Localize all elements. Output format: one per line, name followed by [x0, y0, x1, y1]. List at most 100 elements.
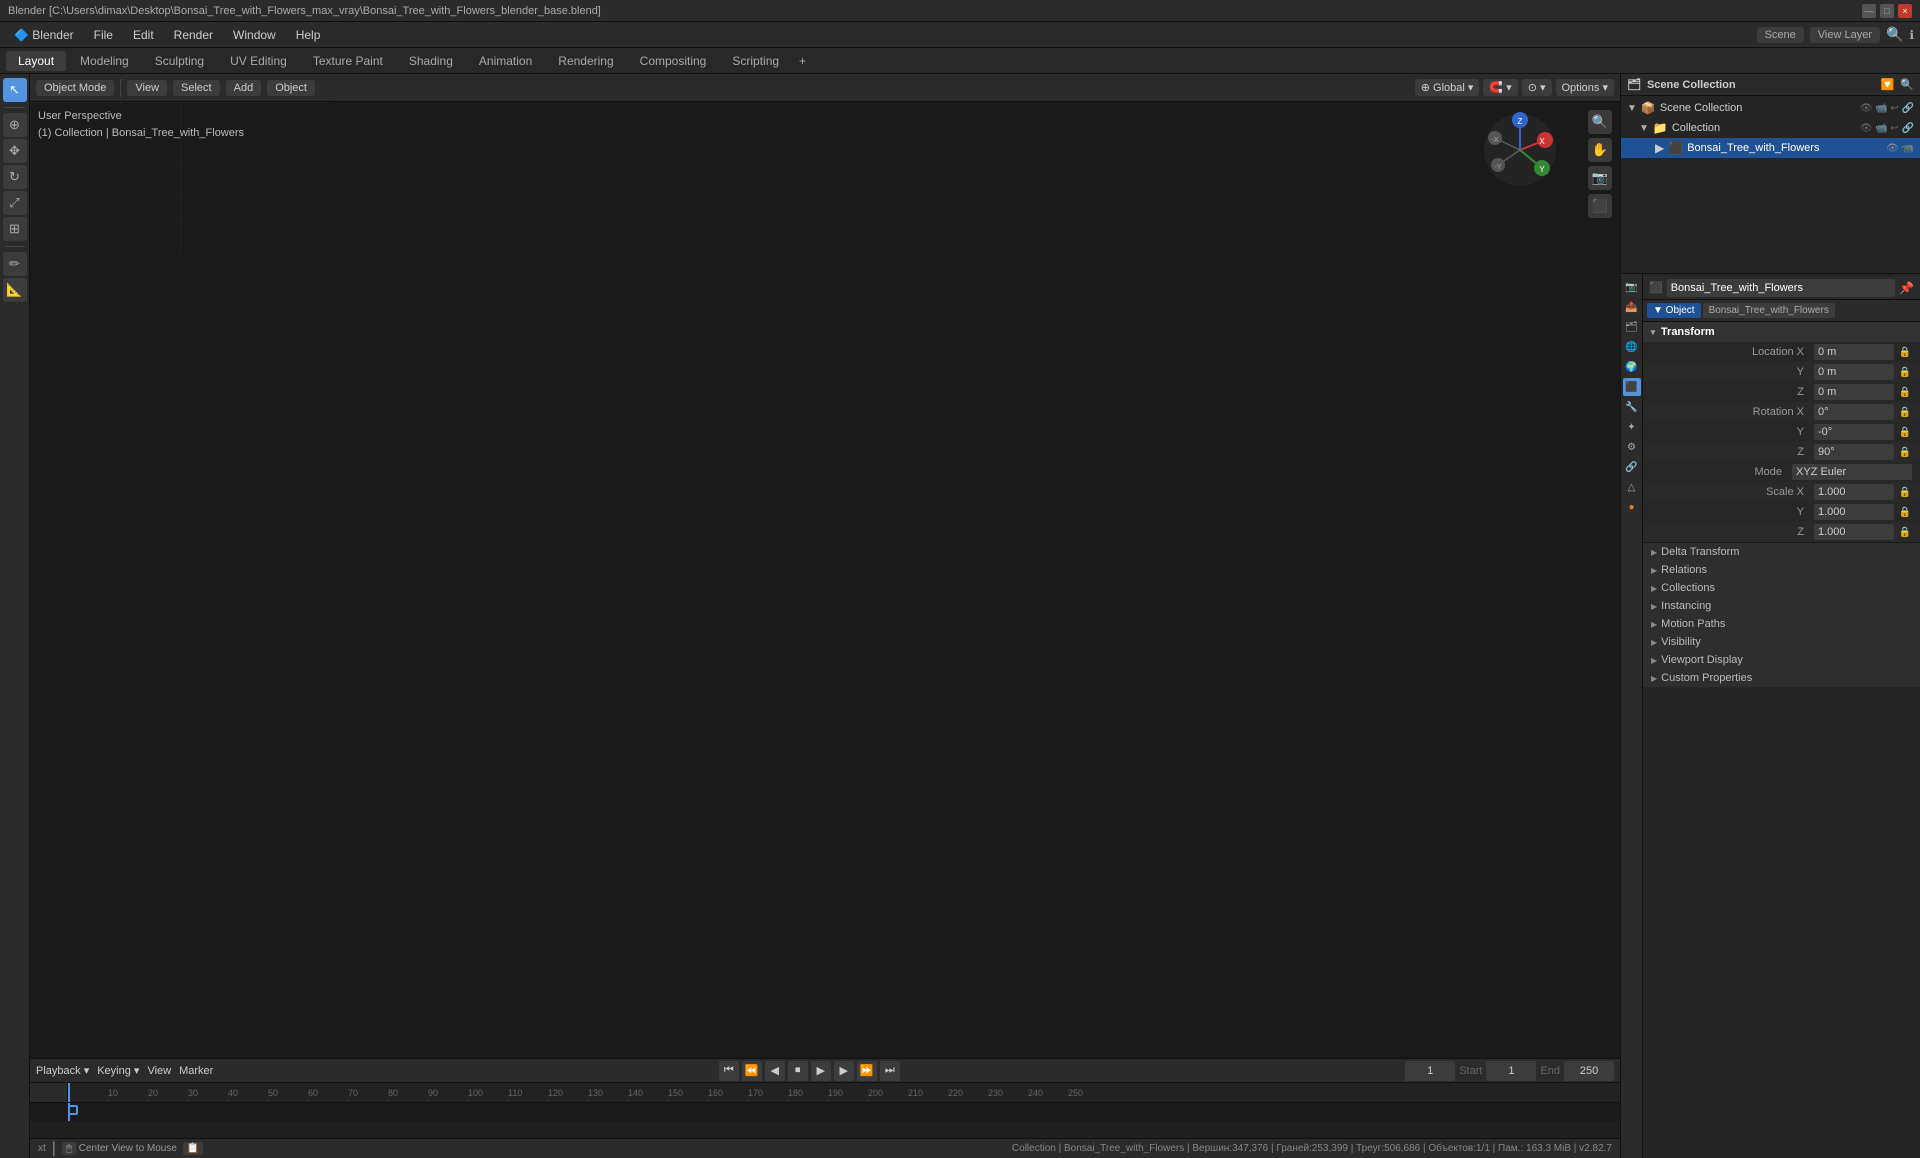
prop-particles-icon[interactable]: ✦	[1623, 418, 1641, 436]
prop-scene-icon[interactable]: 🌐	[1623, 338, 1641, 356]
scale-z-field[interactable]: 1.000	[1814, 524, 1894, 540]
tool-measure[interactable]: 📐	[3, 278, 27, 302]
marker-menu[interactable]: Marker	[179, 1065, 213, 1077]
tool-move[interactable]: ✥	[3, 139, 27, 163]
maximize-button[interactable]: □	[1880, 4, 1894, 18]
prop-world-icon[interactable]: 🌍	[1623, 358, 1641, 376]
tab-scripting[interactable]: Scripting	[720, 51, 791, 71]
transform-section-header[interactable]: ▼ Transform	[1643, 322, 1920, 342]
location-x-field[interactable]: 0 m	[1814, 344, 1894, 360]
prop-material-icon[interactable]: ●	[1623, 498, 1641, 516]
prop-output-icon[interactable]: 📤	[1623, 298, 1641, 316]
add-menu[interactable]: Add	[226, 80, 262, 96]
obj-tab-object[interactable]: ▼ Object	[1647, 303, 1701, 318]
prop-modifiers-icon[interactable]: 🔧	[1623, 398, 1641, 416]
object-name-field[interactable]: Bonsai_Tree_with_Flowers	[1667, 279, 1895, 297]
view-layer-selector[interactable]: View Layer	[1810, 27, 1880, 43]
tab-compositing[interactable]: Compositing	[628, 51, 719, 71]
outliner-item-collection[interactable]: ▼ 📁 Collection 👁 📹 ↩ 🔗	[1621, 118, 1920, 138]
scale-x-lock[interactable]: 🔒	[1898, 485, 1912, 499]
next-frame-button[interactable]: ▶	[834, 1061, 854, 1081]
prop-render-icon[interactable]: 📷	[1623, 278, 1641, 296]
view-menu[interactable]: View	[127, 80, 167, 96]
close-button[interactable]: ×	[1898, 4, 1912, 18]
rotation-y-lock[interactable]: 🔒	[1898, 425, 1912, 439]
pan-button[interactable]: ✋	[1588, 138, 1612, 162]
zoom-button[interactable]: 🔍	[1588, 110, 1612, 134]
relations-section[interactable]: ▶ Relations	[1643, 561, 1920, 579]
obj-sub-name[interactable]: Bonsai_Tree_with_Flowers	[1703, 303, 1835, 318]
prev-keyframe-button[interactable]: ⏪	[742, 1061, 762, 1081]
info-button[interactable]: ℹ	[1909, 28, 1914, 42]
playback-menu[interactable]: Playback ▾	[36, 1064, 89, 1077]
viewport-display-section[interactable]: ▶ Viewport Display	[1643, 651, 1920, 669]
menu-file[interactable]: File	[86, 26, 121, 44]
tool-select[interactable]: ↖	[3, 78, 27, 102]
custom-properties-section[interactable]: ▶ Custom Properties	[1643, 669, 1920, 687]
object-mode-dropdown[interactable]: Object Mode	[36, 80, 114, 96]
scale-x-field[interactable]: 1.000	[1814, 484, 1894, 500]
tab-sculpting[interactable]: Sculpting	[143, 51, 216, 71]
tab-modeling[interactable]: Modeling	[68, 51, 141, 71]
view-menu-timeline[interactable]: View	[147, 1065, 171, 1077]
object-menu[interactable]: Object	[267, 80, 315, 96]
rotation-x-field[interactable]: 0°	[1814, 404, 1894, 420]
location-z-lock[interactable]: 🔒	[1898, 385, 1912, 399]
rotation-z-lock[interactable]: 🔒	[1898, 445, 1912, 459]
snap-menu[interactable]: 🧲 ▾	[1483, 79, 1517, 96]
tab-shading[interactable]: Shading	[397, 51, 465, 71]
tab-layout[interactable]: Layout	[6, 51, 66, 71]
prev-frame-button[interactable]: ◀	[765, 1061, 785, 1081]
prop-constraints-icon[interactable]: 🔗	[1623, 458, 1641, 476]
outliner-item-bonsai[interactable]: ▶ ⬛ Bonsai_Tree_with_Flowers 👁 📹	[1621, 138, 1920, 158]
next-keyframe-button[interactable]: ⏩	[857, 1061, 877, 1081]
stop-button[interactable]: ⏹	[788, 1061, 808, 1081]
outliner-filter-button[interactable]: 🔽	[1881, 78, 1895, 91]
jump-end-button[interactable]: ⏭	[880, 1061, 900, 1081]
outliner-item-scene-collection[interactable]: ▼ 📦 Scene Collection 👁 📹 ↩ 🔗	[1621, 98, 1920, 118]
tab-animation[interactable]: Animation	[467, 51, 544, 71]
delta-transform-section[interactable]: ▶ Delta Transform	[1643, 543, 1920, 561]
tab-uv-editing[interactable]: UV Editing	[218, 51, 299, 71]
rotation-mode-field[interactable]: XYZ Euler	[1792, 464, 1912, 480]
timeline-ruler[interactable]: 10 20 30 40 50 60 70 80 90 100 110 120 1…	[30, 1083, 1620, 1103]
rotation-z-field[interactable]: 90°	[1814, 444, 1894, 460]
scene-selector[interactable]: Scene	[1757, 27, 1804, 43]
tool-cursor[interactable]: ⊕	[3, 113, 27, 137]
tool-transform[interactable]: ⊞	[3, 217, 27, 241]
visibility-section[interactable]: ▶ Visibility	[1643, 633, 1920, 651]
menu-help[interactable]: Help	[288, 26, 329, 44]
add-workspace-button[interactable]: +	[793, 54, 812, 68]
tab-texture-paint[interactable]: Texture Paint	[301, 51, 395, 71]
location-x-lock[interactable]: 🔒	[1898, 345, 1912, 359]
menu-blender[interactable]: 🔷 Blender	[6, 26, 82, 44]
viewport-canvas[interactable]: User Perspective (1) Collection | Bonsai…	[30, 102, 1620, 1058]
search-button[interactable]: 🔍	[1886, 26, 1903, 43]
motion-paths-section[interactable]: ▶ Motion Paths	[1643, 615, 1920, 633]
scale-y-lock[interactable]: 🔒	[1898, 505, 1912, 519]
camera-view-button[interactable]: 📷	[1588, 166, 1612, 190]
prop-view-layer-icon[interactable]: 🗂	[1623, 318, 1641, 336]
location-z-field[interactable]: 0 m	[1814, 384, 1894, 400]
navigation-gizmo[interactable]: X -X Y -Y Z	[1480, 110, 1560, 190]
current-frame[interactable]: 1	[1405, 1061, 1455, 1081]
display-mode-button[interactable]: ⬛	[1588, 194, 1612, 218]
menu-window[interactable]: Window	[225, 26, 284, 44]
prop-object-icon[interactable]: ⬛	[1623, 378, 1641, 396]
pin-button[interactable]: 📌	[1899, 281, 1914, 295]
global-orientation[interactable]: ⊕ Global ▾	[1415, 79, 1480, 96]
rotation-x-lock[interactable]: 🔒	[1898, 405, 1912, 419]
scale-z-lock[interactable]: 🔒	[1898, 525, 1912, 539]
scale-y-field[interactable]: 1.000	[1814, 504, 1894, 520]
frame-strip[interactable]	[30, 1103, 1620, 1121]
location-y-lock[interactable]: 🔒	[1898, 365, 1912, 379]
instancing-section[interactable]: ▶ Instancing	[1643, 597, 1920, 615]
keying-menu[interactable]: Keying ▾	[97, 1064, 139, 1077]
options-menu[interactable]: Options ▾	[1556, 79, 1615, 96]
tool-scale[interactable]: ⤢	[3, 191, 27, 215]
play-button[interactable]: ▶	[811, 1061, 831, 1081]
select-menu[interactable]: Select	[173, 80, 220, 96]
end-frame[interactable]: 250	[1564, 1061, 1614, 1081]
prop-physics-icon[interactable]: ⚙	[1623, 438, 1641, 456]
rotation-y-field[interactable]: -0°	[1814, 424, 1894, 440]
